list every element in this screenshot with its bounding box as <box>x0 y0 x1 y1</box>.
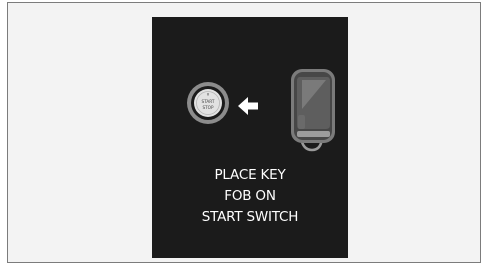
display-message: PLACE KEY FOB ON START SWITCH <box>152 165 348 228</box>
left-arrow-icon <box>238 97 258 115</box>
start-stop-button-icon: START STOP <box>187 82 229 124</box>
message-line-1: PLACE KEY <box>214 167 286 183</box>
button-label-stop: STOP <box>202 105 214 110</box>
message-line-3: START SWITCH <box>201 209 299 225</box>
instrument-display-frame: START STOP PLACE KEY FOB ON START SWITCH <box>7 2 481 263</box>
message-line-2: FOB ON <box>224 188 276 204</box>
key-fob-icon <box>291 69 335 152</box>
key-fob-illustration: START STOP <box>187 69 335 152</box>
display-panel: START STOP PLACE KEY FOB ON START SWITCH <box>152 17 348 258</box>
button-label-start: START <box>202 99 215 104</box>
